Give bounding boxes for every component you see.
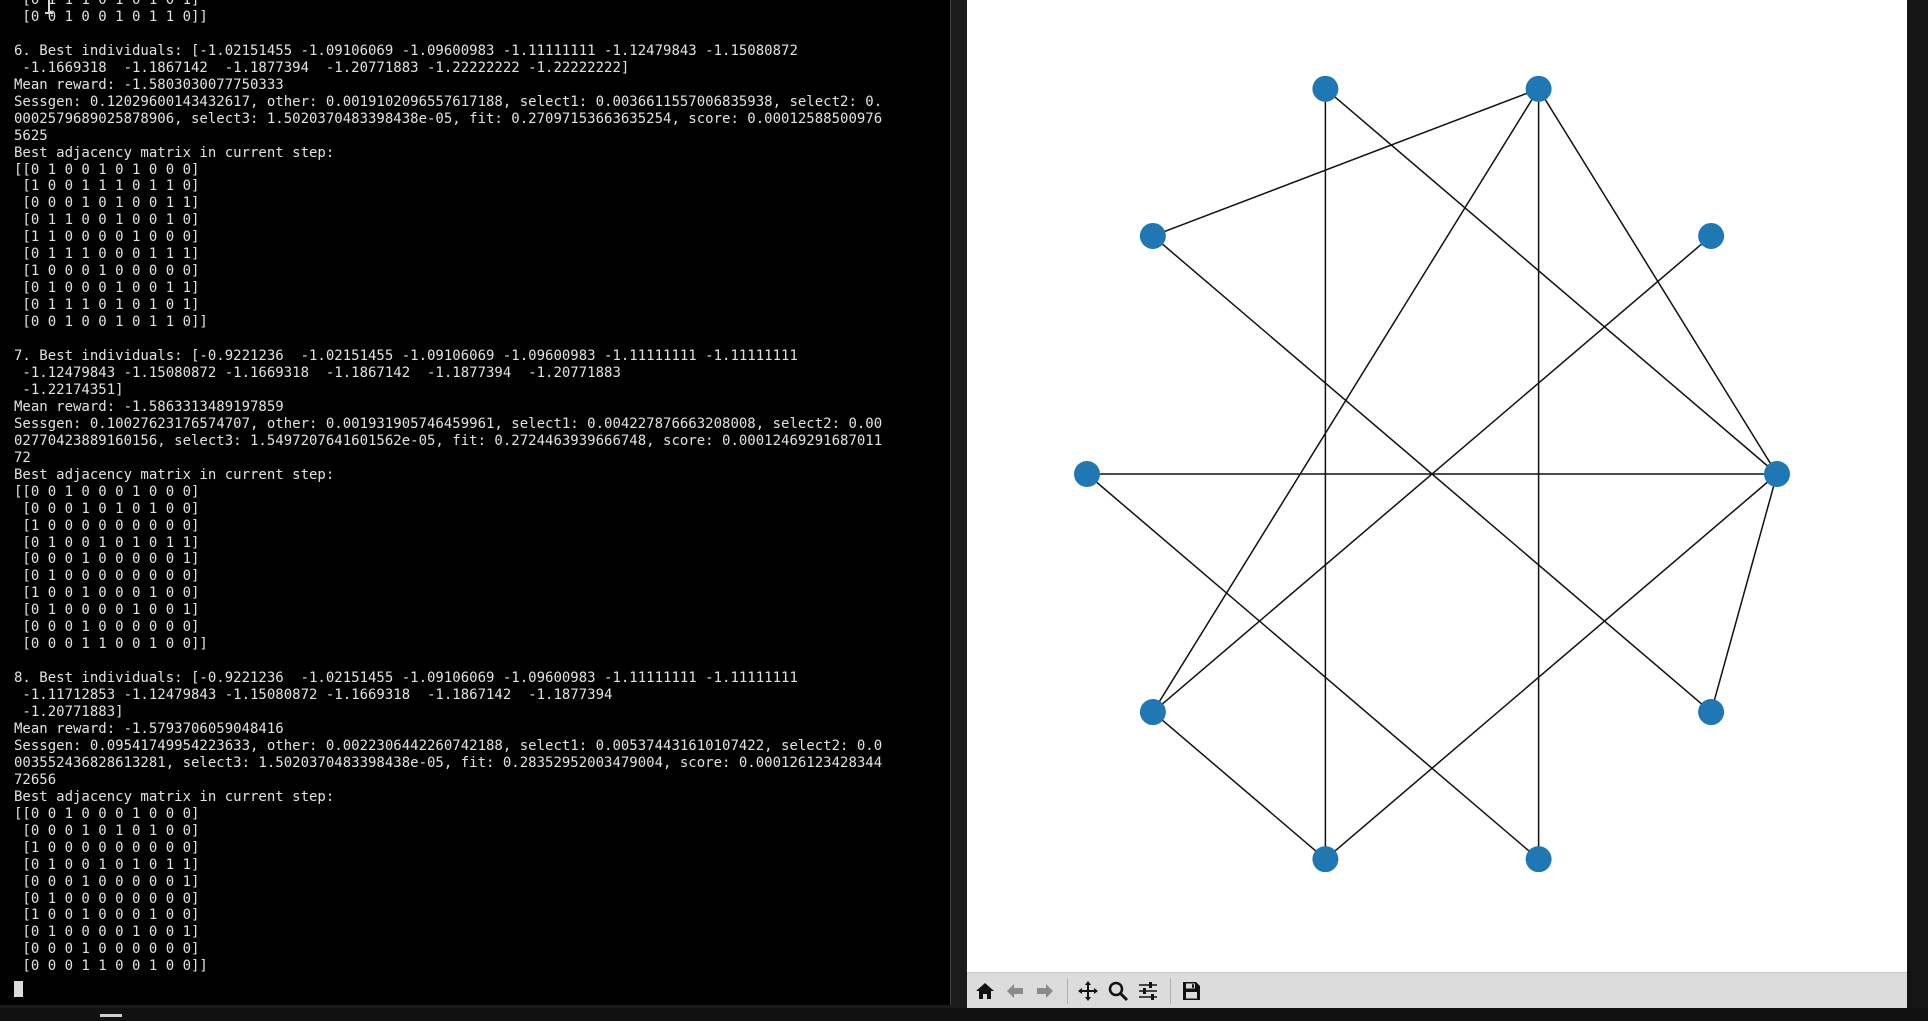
arrow-right-icon <box>1037 983 1053 998</box>
graph-node <box>1139 222 1166 249</box>
graph-edges <box>1086 88 1778 860</box>
graph-edge <box>1086 473 1540 860</box>
text-cursor-icon <box>45 0 53 14</box>
graph-edge <box>1324 473 1778 860</box>
graph-node <box>1525 75 1552 102</box>
terminal-output: [0 1 1 1 0 1 0 1 0 1] [0 0 1 0 0 1 0 1 1… <box>14 0 883 975</box>
forward-button[interactable] <box>1031 977 1059 1005</box>
desktop-background <box>1907 0 1928 1021</box>
toolbar-separator <box>1067 977 1068 1004</box>
terminal-cursor <box>14 981 23 997</box>
graph-canvas[interactable] <box>967 0 1907 970</box>
home-button[interactable] <box>971 977 999 1005</box>
plot-window <box>967 0 1907 1008</box>
back-button[interactable] <box>1001 977 1029 1005</box>
graph-node <box>1764 461 1790 487</box>
pan-button[interactable] <box>1074 977 1102 1005</box>
sliders-icon <box>1139 981 1157 1000</box>
taskbar-indicator <box>100 1014 122 1017</box>
magnifier-icon <box>1108 981 1129 1001</box>
graph-node <box>1312 846 1339 873</box>
plot-toolbar <box>967 972 1907 1008</box>
graph-node <box>1074 461 1100 487</box>
toolbar-separator <box>1170 977 1171 1004</box>
graph-node <box>1312 75 1339 102</box>
arrow-left-icon <box>1007 983 1023 998</box>
home-icon <box>976 982 994 999</box>
save-button[interactable] <box>1177 977 1205 1005</box>
graph-edge <box>1152 88 1539 237</box>
graph-edge <box>1324 88 1778 475</box>
graph-node <box>1698 222 1725 249</box>
graph-node <box>1139 699 1166 726</box>
configure-subplots-button[interactable] <box>1134 977 1162 1005</box>
graph-edge <box>1152 711 1326 860</box>
graph-node <box>1698 699 1725 726</box>
zoom-button[interactable] <box>1104 977 1132 1005</box>
terminal-window[interactable]: [0 1 1 1 0 1 0 1 0 1] [0 0 1 0 0 1 0 1 1… <box>0 0 951 1005</box>
graph-node <box>1525 846 1552 873</box>
move-icon <box>1078 980 1098 1001</box>
graph-edge <box>1710 473 1778 713</box>
taskbar <box>0 1008 1928 1021</box>
floppy-disk-icon <box>1183 981 1200 1000</box>
